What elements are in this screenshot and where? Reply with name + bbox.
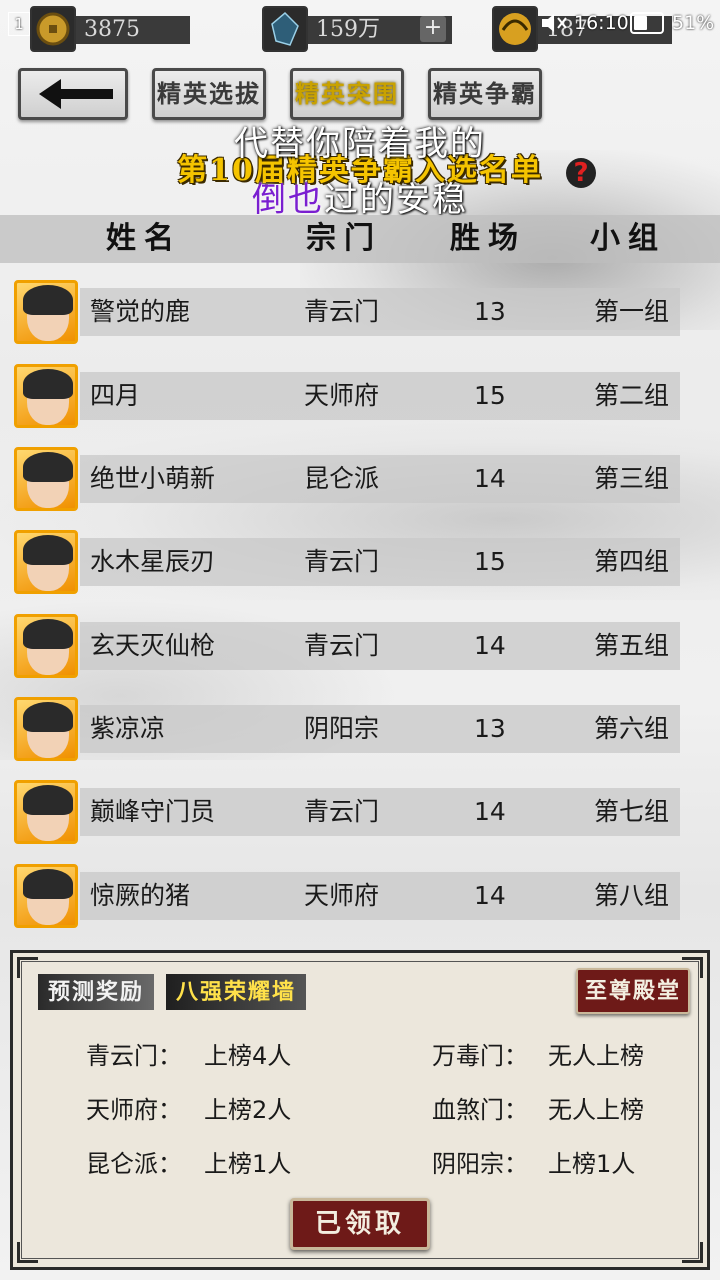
battery-percent: 51% [672, 12, 715, 34]
predict-reward-tab[interactable]: 预测奖励 [38, 974, 155, 1010]
player-wins: 14 [474, 797, 506, 826]
player-name: 警觉的鹿 [90, 297, 191, 326]
table-row[interactable]: 巅峰守门员 青云门 14 第七组 [14, 780, 680, 844]
player-avatar[interactable] [14, 697, 78, 761]
supreme-hall-button[interactable]: 至尊殿堂 [576, 968, 690, 1014]
reward-sect-label: 昆仑派： [86, 1150, 182, 1178]
table-row[interactable]: 紫凉凉 阴阳宗 13 第六组 [14, 697, 680, 761]
player-avatar[interactable] [14, 364, 78, 428]
player-sect: 青云门 [304, 547, 380, 576]
tab-elite-championship[interactable]: 精英争霸 [428, 68, 542, 120]
status-bar: 1 2 3875 159万 + 187 16:10 51% [0, 0, 720, 52]
reward-result: 无人上榜 [548, 1096, 644, 1124]
player-avatar[interactable] [14, 280, 78, 344]
player-wins: 14 [474, 631, 506, 660]
player-wins: 13 [474, 714, 506, 743]
player-name: 紫凉凉 [90, 714, 166, 743]
reward-sect-label: 天师府： [86, 1096, 182, 1124]
player-group: 第八组 [594, 881, 670, 910]
player-group: 第四组 [594, 547, 670, 576]
table-row[interactable]: 绝世小萌新 昆仑派 14 第三组 [14, 447, 680, 511]
back-button[interactable] [18, 68, 128, 120]
player-name: 惊厥的猪 [90, 881, 191, 910]
player-group: 第二组 [594, 381, 670, 410]
table-row[interactable]: 警觉的鹿 青云门 13 第一组 [14, 280, 680, 344]
gold-value: 3875 [70, 16, 190, 44]
mute-icon [540, 12, 568, 39]
gold-resource: 3875 [30, 6, 190, 52]
header-sect: 宗门 [306, 221, 382, 256]
headset-avatar-icon [492, 6, 538, 52]
corner-ornament [17, 1242, 38, 1263]
header-group: 小组 [590, 221, 666, 256]
top8-honor-tab[interactable]: 八强荣耀墙 [166, 974, 307, 1010]
reward-result: 上榜1人 [548, 1150, 636, 1178]
lyric-line-1: 代替你陪着我的 [234, 124, 486, 164]
player-avatar[interactable] [14, 530, 78, 594]
table-row[interactable]: 四月 天师府 15 第二组 [14, 364, 680, 428]
table-row[interactable]: 惊厥的猪 天师府 14 第八组 [14, 864, 680, 928]
reward-result: 上榜1人 [204, 1150, 292, 1178]
player-group: 第六组 [594, 714, 670, 743]
player-sect: 青云门 [304, 297, 380, 326]
header-wins: 胜场 [450, 221, 526, 256]
reward-sect-label: 青云门： [86, 1042, 182, 1070]
tab-elite-breakout[interactable]: 精英突围 [290, 68, 404, 120]
crystal-icon [262, 6, 308, 52]
claimed-button[interactable]: 已领取 [290, 1198, 430, 1250]
player-sect: 青云门 [304, 631, 380, 660]
player-group: 第七组 [594, 797, 670, 826]
player-avatar[interactable] [14, 780, 78, 844]
player-sect: 天师府 [304, 881, 380, 910]
add-crystal-button[interactable]: + [420, 16, 446, 42]
reward-result: 无人上榜 [548, 1042, 644, 1070]
player-wins: 15 [474, 381, 506, 410]
lyric-rest: 过的安稳 [324, 180, 468, 220]
player-sect: 天师府 [304, 381, 380, 410]
player-name: 水木星辰刃 [90, 547, 216, 576]
row-bar [80, 372, 680, 420]
player-avatar[interactable] [14, 447, 78, 511]
player-avatar[interactable] [14, 614, 78, 678]
corner-ornament [17, 957, 38, 978]
row-bar [80, 705, 680, 753]
player-name: 绝世小萌新 [90, 464, 216, 493]
player-group: 第三组 [594, 464, 670, 493]
back-arrow-icon [39, 79, 113, 109]
player-sect: 青云门 [304, 797, 380, 826]
player-name: 四月 [90, 381, 141, 410]
player-name: 玄天灭仙枪 [90, 631, 216, 660]
player-sect: 阴阳宗 [304, 714, 380, 743]
sim1-badge: 1 [8, 12, 30, 36]
header-name: 姓名 [106, 221, 182, 256]
tab-elite-selection[interactable]: 精英选拔 [152, 68, 266, 120]
corner-ornament [682, 1242, 703, 1263]
player-wins: 15 [474, 547, 506, 576]
table-header: 姓名 宗门 胜场 小组 [0, 215, 720, 263]
player-group: 第一组 [594, 297, 670, 326]
reward-sect-label: 万毒门： [432, 1042, 528, 1070]
player-name: 巅峰守门员 [90, 797, 216, 826]
player-wins: 14 [474, 881, 506, 910]
battery-icon [630, 12, 664, 34]
reward-result: 上榜4人 [204, 1042, 292, 1070]
clock: 16:10 [574, 12, 629, 34]
table-row[interactable]: 玄天灭仙枪 青云门 14 第五组 [14, 614, 680, 678]
lyric-line-2: 倒也过的安稳 [0, 172, 720, 221]
table-row[interactable]: 水木星辰刃 青云门 15 第四组 [14, 530, 680, 594]
player-group: 第五组 [594, 631, 670, 660]
gold-coin-icon [30, 6, 76, 52]
player-sect: 昆仑派 [304, 464, 380, 493]
player-wins: 14 [474, 464, 506, 493]
player-avatar[interactable] [14, 864, 78, 928]
reward-sect-label: 血煞门： [432, 1096, 528, 1124]
reward-result: 上榜2人 [204, 1096, 292, 1124]
player-wins: 13 [474, 297, 506, 326]
lyric-highlight: 倒也 [252, 180, 324, 220]
reward-sect-label: 阴阳宗： [432, 1150, 528, 1178]
